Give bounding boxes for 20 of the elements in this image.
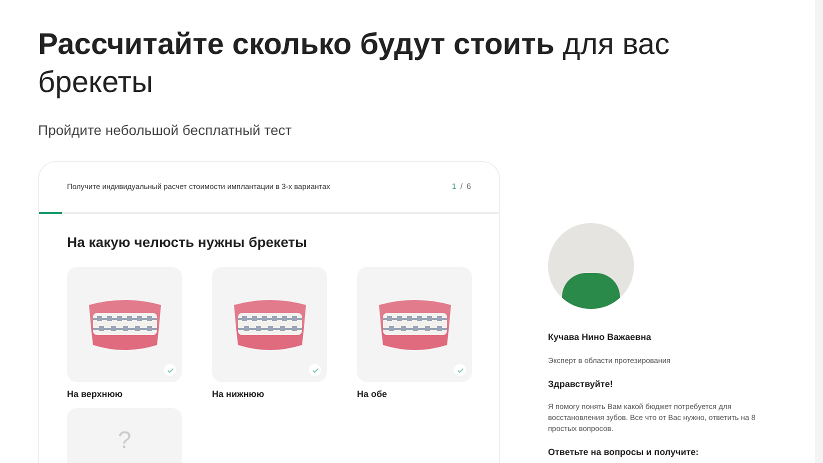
option-label: На верхнюю [67,388,124,401]
page-subtitle: Пройдите небольшой бесплатный тест [38,121,293,140]
step-current: 1 [452,181,456,193]
option-tile[interactable] [67,267,182,382]
expert-name: Кучава Нино Важаевна [548,331,652,344]
option-tile[interactable] [357,267,472,382]
option-tile[interactable]: ? [67,408,182,463]
option-label: На обе [357,388,388,401]
step-separator: / [460,181,463,193]
option-label: На нижнюю [212,388,266,401]
check-icon [309,364,321,376]
check-icon [454,364,466,376]
cta-text: Ответьте на вопросы и получите: [548,446,700,460]
page-heading: Рассчитайте сколько будут стоить для вас брекеты [38,27,671,101]
question-text: На какую челюсть нужны брекеты [67,233,308,252]
question-mark: ? [118,428,132,454]
option-tile[interactable] [212,267,327,382]
check-icon [164,364,176,376]
step-total: 6 [466,181,471,193]
greeting-text: Здравствуйте! [548,378,614,391]
